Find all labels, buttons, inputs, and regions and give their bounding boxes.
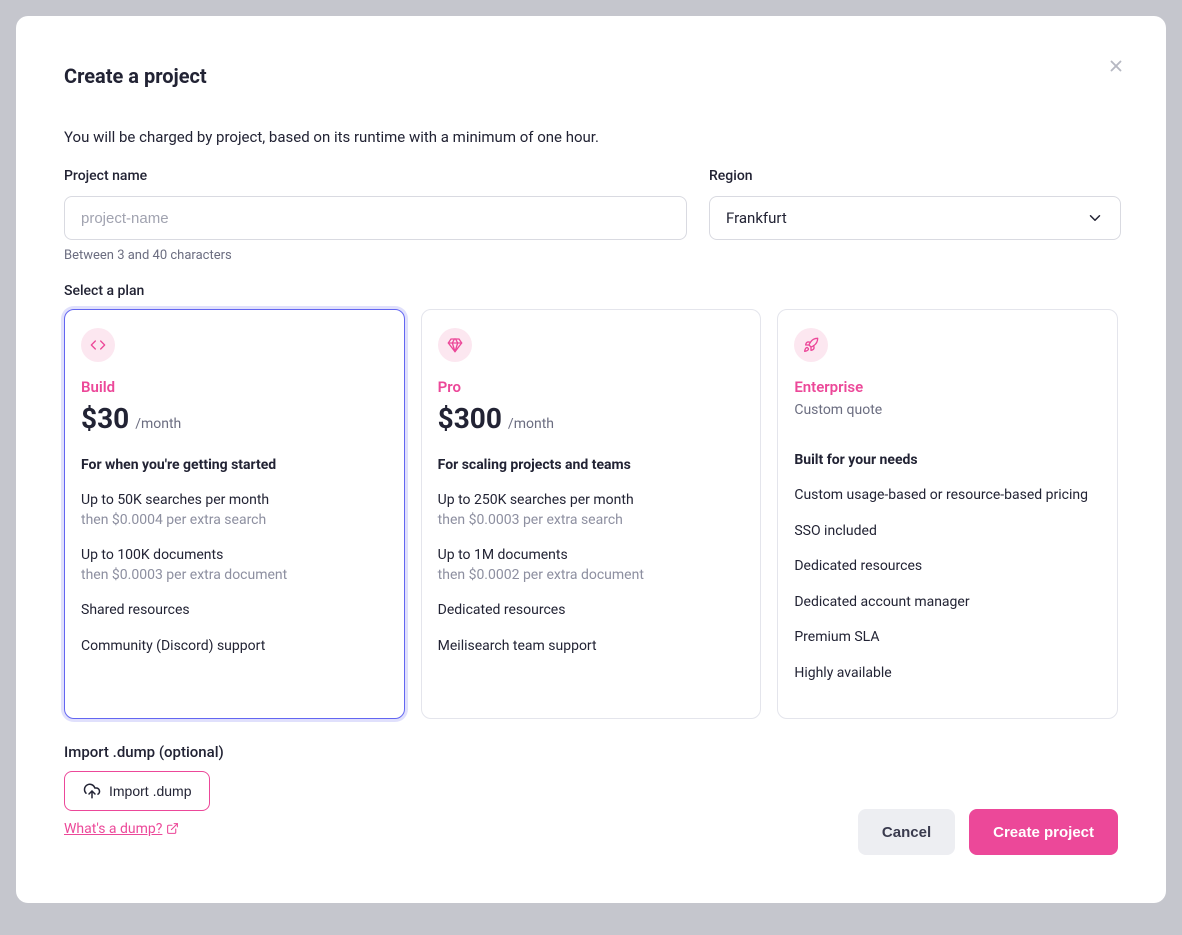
plan-features: Custom usage-based or resource-based pri… (794, 486, 1101, 684)
region-select[interactable]: Frankfurt (709, 196, 1121, 240)
close-icon (1107, 57, 1125, 75)
plan-period: /month (508, 416, 554, 432)
region-label: Region (709, 168, 1121, 184)
plan-feature: Shared resources (81, 601, 388, 621)
plan-feature-line1: Premium SLA (794, 628, 1101, 648)
plan-feature-line1: Dedicated resources (438, 601, 745, 621)
plan-features: Up to 50K searches per monththen $0.0004… (81, 491, 388, 657)
plan-card-pro[interactable]: Pro $300/month For scaling projects and te… (421, 309, 762, 719)
create-project-modal: Create a project You will be charged by … (16, 16, 1166, 903)
project-name-label: Project name (64, 168, 687, 184)
plan-tagline: For when you're getting started (81, 457, 388, 473)
plan-feature-line1: Dedicated account manager (794, 593, 1101, 613)
plan-card-enterprise[interactable]: Enterprise Custom quote Built for your nee… (777, 309, 1118, 719)
plan-feature-line2: then $0.0002 per extra document (438, 566, 745, 586)
plan-section-label: Select a plan (64, 283, 1118, 299)
import-section-label: Import .dump (optional) (64, 743, 1118, 761)
plan-feature-line1: Community (Discord) support (81, 637, 388, 657)
plan-feature-line1: Up to 100K documents (81, 546, 388, 566)
plan-feature: Highly available (794, 664, 1101, 684)
plan-name: Pro (438, 378, 745, 396)
plan-feature: SSO included (794, 522, 1101, 542)
plan-feature-line2: then $0.0003 per extra document (81, 566, 388, 586)
plan-feature: Dedicated account manager (794, 593, 1101, 613)
plan-feature-line1: Up to 1M documents (438, 546, 745, 566)
plan-feature: Up to 1M documentsthen $0.0002 per extra… (438, 546, 745, 585)
plan-grid: Build $30/month For when you're getting st… (64, 309, 1118, 719)
plan-feature: Custom usage-based or resource-based pri… (794, 486, 1101, 506)
import-dump-button-label: Import .dump (109, 783, 191, 799)
whats-a-dump-label: What's a dump? (64, 821, 162, 837)
plan-price-row: $300/month (438, 402, 745, 435)
plan-feature: Dedicated resources (794, 557, 1101, 577)
plan-name: Enterprise (794, 378, 1101, 396)
plan-tagline: Built for your needs (794, 452, 1101, 468)
plan-feature-line2: then $0.0004 per extra search (81, 511, 388, 531)
plan-price: $300 (438, 402, 502, 435)
premium-icon (438, 328, 472, 362)
region-value: Frankfurt (726, 209, 787, 227)
plan-price-row: $30/month (81, 402, 388, 435)
plan-price: $30 (81, 402, 129, 435)
plan-feature-line1: Dedicated resources (794, 557, 1101, 577)
plan-feature-line1: Custom usage-based or resource-based pri… (794, 486, 1101, 506)
plan-name: Build (81, 378, 388, 396)
plan-feature: Community (Discord) support (81, 637, 388, 657)
close-button[interactable] (1104, 54, 1128, 78)
plan-quote: Custom quote (794, 402, 1101, 418)
cloud-upload-icon (83, 782, 101, 800)
plan-feature: Up to 250K searches per monththen $0.000… (438, 491, 745, 530)
plan-feature: Meilisearch team support (438, 637, 745, 657)
project-name-helper: Between 3 and 40 characters (64, 248, 687, 263)
code-icon (81, 328, 115, 362)
create-project-button[interactable]: Create project (969, 809, 1118, 855)
plan-feature: Dedicated resources (438, 601, 745, 621)
plan-features: Up to 250K searches per monththen $0.000… (438, 491, 745, 657)
plan-tagline: For scaling projects and teams (438, 457, 745, 473)
plan-feature-line1: Up to 50K searches per month (81, 491, 388, 511)
chevron-down-icon (1086, 209, 1104, 227)
cancel-button[interactable]: Cancel (858, 809, 955, 855)
plan-feature-line2: then $0.0003 per extra search (438, 511, 745, 531)
plan-card-build[interactable]: Build $30/month For when you're getting st… (64, 309, 405, 719)
whats-a-dump-link[interactable]: What's a dump? (64, 821, 179, 837)
modal-subtitle: You will be charged by project, based on… (64, 128, 1118, 146)
plan-feature-line1: Meilisearch team support (438, 637, 745, 657)
plan-feature-line1: SSO included (794, 522, 1101, 542)
plan-feature-line1: Shared resources (81, 601, 388, 621)
import-dump-button[interactable]: Import .dump (64, 771, 210, 811)
plan-feature: Premium SLA (794, 628, 1101, 648)
plan-period: /month (135, 416, 181, 432)
plan-feature: Up to 100K documentsthen $0.0003 per ext… (81, 546, 388, 585)
project-name-input[interactable] (64, 196, 687, 240)
modal-footer: Cancel Create project (858, 809, 1118, 855)
external-link-icon (166, 822, 179, 835)
modal-title: Create a project (64, 64, 1118, 88)
plan-feature-line1: Highly available (794, 664, 1101, 684)
plan-feature: Up to 50K searches per monththen $0.0004… (81, 491, 388, 530)
rocket-icon (794, 328, 828, 362)
plan-feature-line1: Up to 250K searches per month (438, 491, 745, 511)
